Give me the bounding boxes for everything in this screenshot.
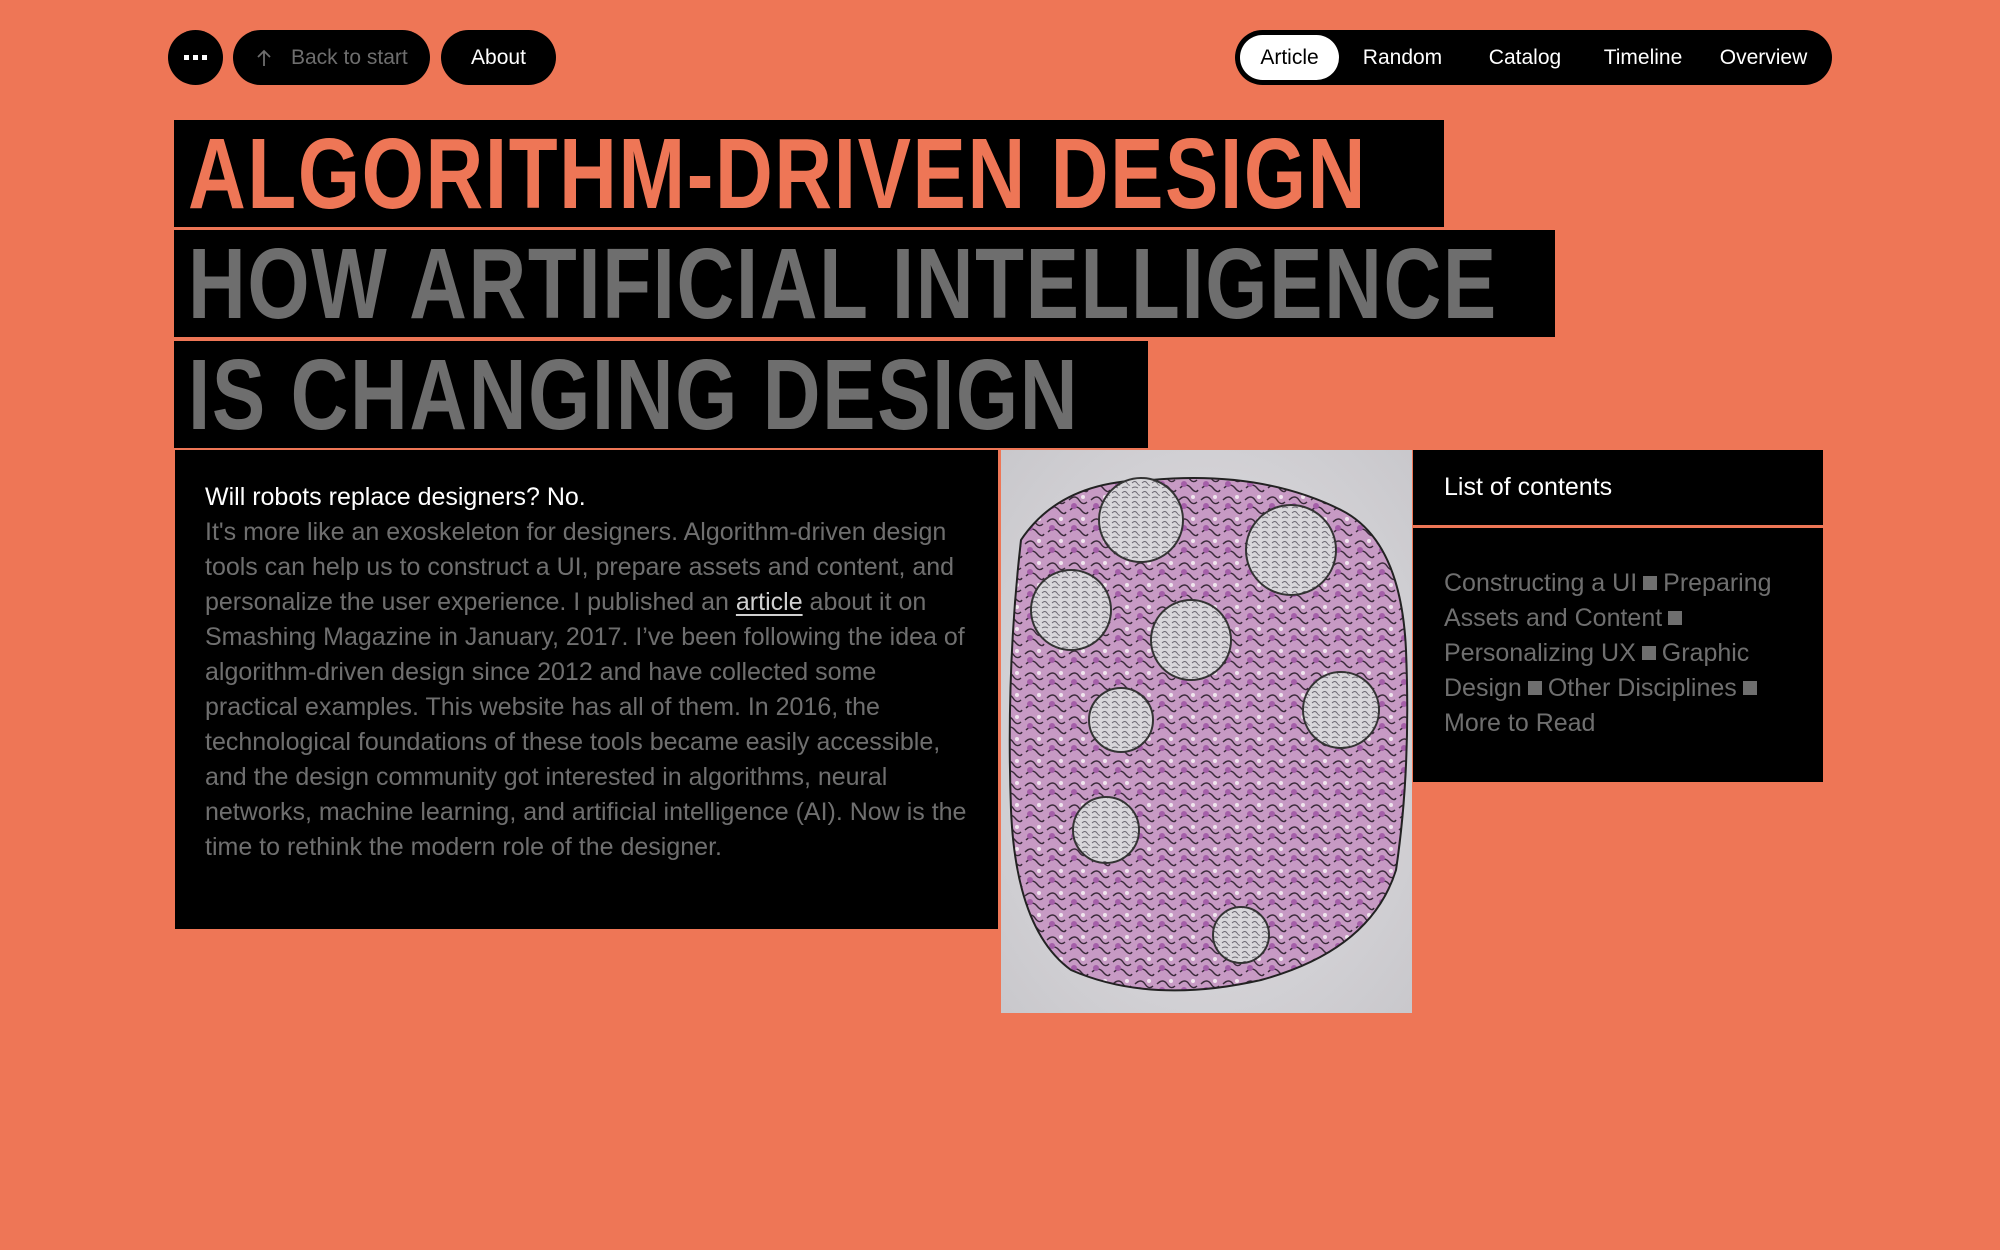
intro-lead: Will robots replace designers? No. <box>205 483 586 511</box>
nav-tab-article[interactable]: Article <box>1240 35 1339 80</box>
square-bullet-icon <box>1742 681 1757 695</box>
title-line-2: HOW ARTIFICIAL INTELLIGENCE <box>174 230 1555 337</box>
toc-item-other-disciplines[interactable]: Other Disciplines <box>1548 674 1737 702</box>
toc-list: Constructing a UI Preparing Assets and Co… <box>1413 528 1823 782</box>
nav-tab-catalog[interactable]: Catalog <box>1466 35 1584 80</box>
subtitle-part-2: IS CHANGING DESIGN <box>188 341 1080 448</box>
back-to-start-button[interactable]: Back to start <box>233 30 430 85</box>
intro-text-2: about it on Smashing Magazine in January… <box>205 588 967 861</box>
article-link[interactable]: article <box>736 588 803 616</box>
back-to-start-label: Back to start <box>291 45 408 69</box>
toc-item-personalizing-ux[interactable]: Personalizing UX <box>1444 639 1636 667</box>
square-bullet-icon <box>1641 646 1656 660</box>
title-main: ALGORITHM-DRIVEN DESIGN <box>188 120 1368 227</box>
square-bullet-icon <box>1527 681 1542 695</box>
square-bullet-icon <box>1668 611 1683 625</box>
toc-heading: List of contents <box>1413 450 1823 525</box>
hero-image <box>1001 450 1412 1013</box>
about-button[interactable]: About <box>441 30 556 85</box>
nav-tab-overview[interactable]: Overview <box>1702 35 1825 80</box>
about-label: About <box>471 45 526 69</box>
menu-button[interactable] <box>168 30 223 85</box>
nav-tab-timeline[interactable]: Timeline <box>1584 35 1702 80</box>
title-line-1: ALGORITHM-DRIVEN DESIGN <box>174 120 1444 227</box>
intro-panel: Will robots replace designers? No. It's … <box>175 450 998 929</box>
title-line-3: IS CHANGING DESIGN <box>174 341 1148 448</box>
arrow-up-icon <box>257 49 271 66</box>
stylized-cells-illustration <box>1001 450 1412 1013</box>
toc-item-more-to-read[interactable]: More to Read <box>1444 709 1595 737</box>
nav-tab-random[interactable]: Random <box>1339 35 1466 80</box>
main-nav: Article Random Catalog Timeline Overview <box>1235 30 1832 85</box>
subtitle-part-1: HOW ARTIFICIAL INTELLIGENCE <box>188 230 1498 337</box>
square-bullet-icon <box>1643 576 1658 590</box>
toc-item-constructing-ui[interactable]: Constructing a UI <box>1444 569 1637 597</box>
more-dots-icon <box>184 55 207 60</box>
